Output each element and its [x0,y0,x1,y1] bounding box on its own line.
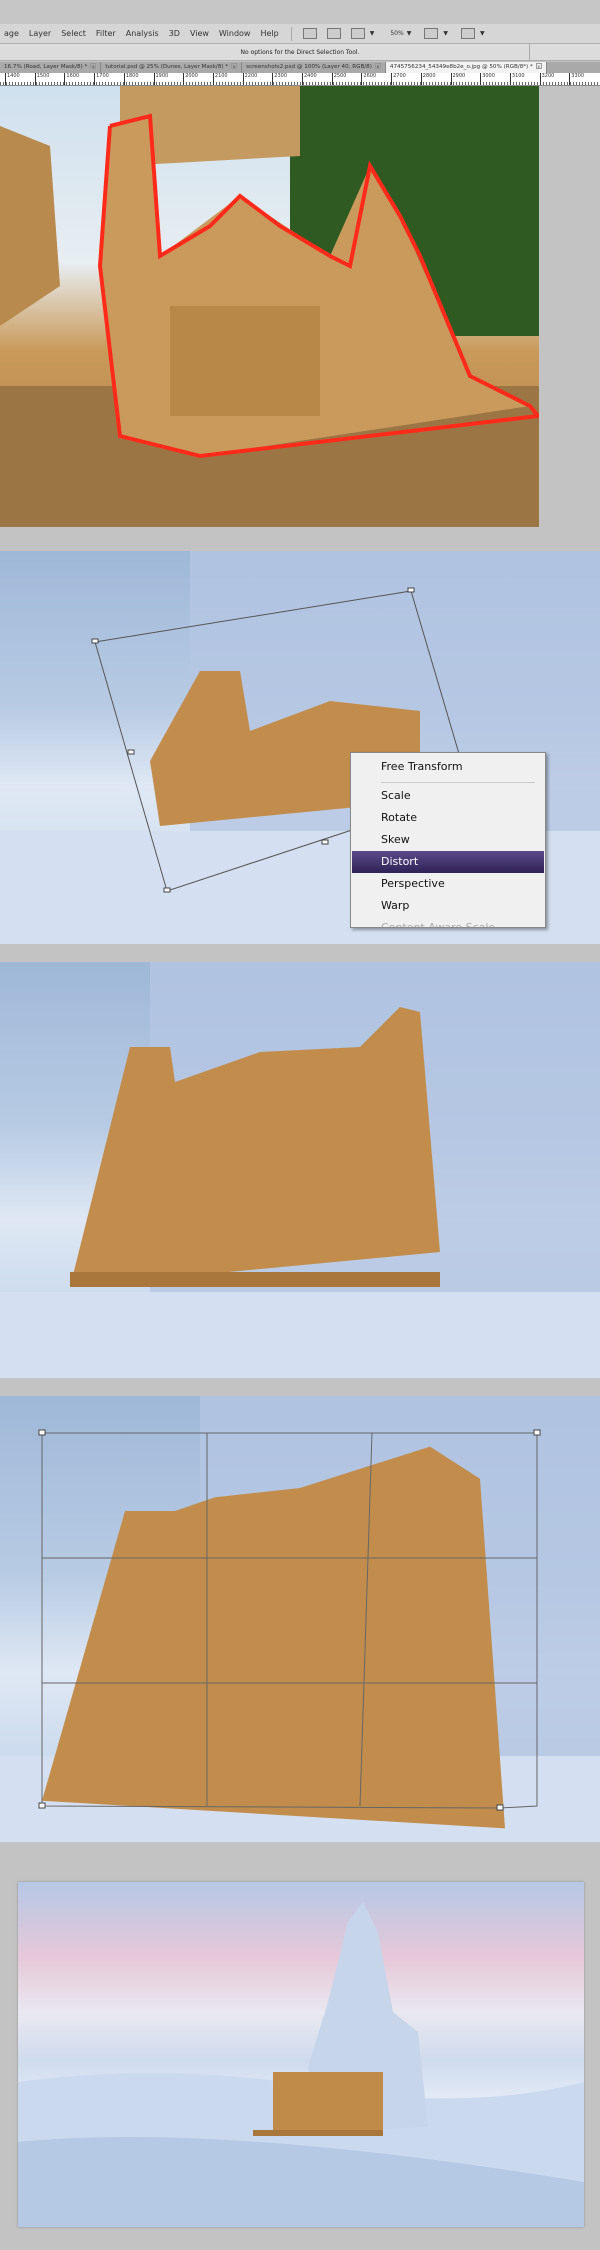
chevron-down-icon[interactable]: ▼ [407,30,412,37]
ruler-label: 2000 [183,73,198,85]
divider [290,26,292,41]
ruler-label: 3300 [569,73,584,85]
menu-window[interactable]: Window [219,29,251,38]
ruler-label: 2300 [272,73,287,85]
ruler-label: 2700 [391,73,406,85]
menu-bar: age Layer Select Filter Analysis 3D View… [0,24,600,44]
canvas-sand-castle-selection [0,86,539,527]
ruler-label: 2800 [420,73,436,85]
sand-castle-layer [42,1446,505,1829]
ruler-label: 2600 [361,73,376,85]
divider [529,44,530,61]
arrange-documents-icon[interactable] [424,28,439,39]
menu-layer[interactable]: Layer [29,29,51,38]
menu-3d[interactable]: 3D [169,29,180,38]
ruler-label: 1700 [94,73,109,85]
ruler-label: 1500 [34,73,49,85]
screen-mode-icon[interactable] [460,28,475,39]
menu-item-perspective[interactable]: Perspective [381,873,445,895]
ruler-label: 1900 [153,73,168,85]
transform-handle[interactable] [321,839,329,845]
menu-item-free-transform[interactable]: Free Transform [381,756,463,778]
ruler-label: 2500 [331,73,346,85]
warp-handle[interactable] [533,1429,541,1436]
ruler-label: 1800 [123,73,139,85]
ruler-label: 3000 [480,73,495,85]
final-composition-image [18,1902,584,2227]
ruler-label: 1600 [64,73,79,85]
canvas-distorted-castle [0,962,600,1378]
bridge-icon[interactable] [302,28,317,39]
close-icon[interactable]: × [535,63,542,69]
menu-filter[interactable]: Filter [96,29,116,38]
distorted-castle-image [0,962,600,1378]
warp-handle[interactable] [38,1802,46,1809]
options-bar: No options for the Direct Selection Tool… [0,44,600,61]
options-text: No options for the Direct Selection Tool… [240,49,360,56]
ruler-label: 3200 [539,73,554,85]
title-bar [0,0,600,24]
menu-item-distort[interactable]: Distort [352,851,544,873]
menu-item-warp[interactable]: Warp [381,895,409,917]
sand-castle-image [0,86,539,527]
transform-handle[interactable] [91,638,99,644]
transform-context-menu: Free Transform Scale Rotate Skew Distort… [350,752,546,928]
menu-help[interactable]: Help [260,29,278,38]
canvas-final-composition [18,1882,584,2227]
document-tabs: 16.7% (Road, Layer Mask/8) * × tutorial.p… [0,62,600,73]
tab-label: screenshots2.psd @ 100% (Layer 40, RGB/8… [246,64,372,70]
menu-item-content-aware-scale[interactable]: Content Aware Scale [381,917,495,927]
menu-select[interactable]: Select [61,29,86,38]
menu-image[interactable]: age [4,29,19,38]
ruler-label: 2100 [212,73,228,85]
document-tab-active[interactable]: 4745756234_54349e8b2e_o.jpg @ 50% (RGB/8… [385,62,547,73]
transform-handle[interactable] [163,887,171,893]
document-tab[interactable]: tutorial.psd @ 25% (Dunes, Layer Mask/8)… [101,62,243,73]
tab-label: tutorial.psd @ 25% (Dunes, Layer Mask/8)… [105,64,229,70]
menu-item-rotate[interactable]: Rotate [381,807,417,829]
close-icon[interactable]: × [231,63,238,69]
ruler-label: 2200 [242,73,257,85]
chevron-down-icon[interactable]: ▼ [443,30,448,37]
menu-analysis[interactable]: Analysis [126,29,159,38]
horizontal-ruler: 1400 1500 1600 1700 1800 1900 2000 2100 2200 2300… [0,73,600,86]
warp-handle[interactable] [38,1429,46,1436]
mini-bridge-icon[interactable] [326,28,341,39]
ruler-label: 2400 [302,73,317,85]
document-tab[interactable]: screenshots2.psd @ 100% (Layer 40, RGB/8… [242,62,386,73]
transform-handle[interactable] [127,749,135,755]
menu-item-skew[interactable]: Skew [381,829,410,851]
zoom-level-select[interactable]: 50% [390,30,403,37]
sand-castle [273,2072,383,2134]
canvas-warp-grid [0,1396,600,1842]
ruler-label: 2900 [450,73,465,85]
warp-castle-image [0,1396,600,1842]
warp-handle[interactable] [496,1804,504,1811]
view-extras-icon[interactable] [350,28,365,39]
chevron-down-icon[interactable]: ▼ [370,30,375,37]
document-tab[interactable]: 16.7% (Road, Layer Mask/8) * × [0,62,102,73]
tab-label: 16.7% (Road, Layer Mask/8) * [4,64,88,70]
transform-handle[interactable] [407,587,415,593]
close-icon[interactable]: × [90,63,97,69]
ruler-label: 1400 [5,73,20,85]
menu-item-scale[interactable]: Scale [381,785,411,807]
menu-separator [381,782,535,783]
menu-view[interactable]: View [190,29,209,38]
ruler-label: 3100 [509,73,525,85]
close-icon[interactable]: × [374,63,381,69]
tab-label: 4745756234_54349e8b2e_o.jpg @ 50% (RGB/8… [389,64,533,70]
chevron-down-icon[interactable]: ▼ [480,30,485,37]
